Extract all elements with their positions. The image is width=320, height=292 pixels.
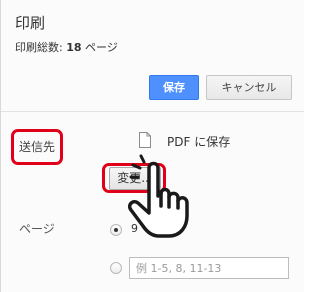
dialog-title: 印刷 (15, 14, 46, 32)
summary-unit: ページ (85, 41, 118, 54)
pages-range-radio[interactable] (110, 262, 122, 274)
print-dialog: 印刷 印刷総数: 18 ページ 保存 キャンセル 送信先 PDF に保存 変更.… (0, 0, 304, 292)
page-count-summary: 印刷総数: 18 ページ (15, 39, 118, 55)
cancel-button[interactable]: キャンセル (206, 75, 292, 100)
file-icon (139, 132, 151, 148)
save-button[interactable]: 保存 (149, 75, 199, 100)
summary-count: 18 (66, 41, 82, 54)
summary-label: 印刷総数: (15, 41, 63, 54)
pages-label: ページ (19, 222, 55, 236)
hand-pointer-icon (127, 154, 189, 238)
dialog-header: 印刷 印刷総数: 18 ページ 保存 キャンセル (1, 0, 304, 112)
page-range-input[interactable] (129, 257, 289, 279)
destination-value: PDF に保存 (167, 135, 231, 149)
destination-label: 送信先 (11, 129, 63, 165)
